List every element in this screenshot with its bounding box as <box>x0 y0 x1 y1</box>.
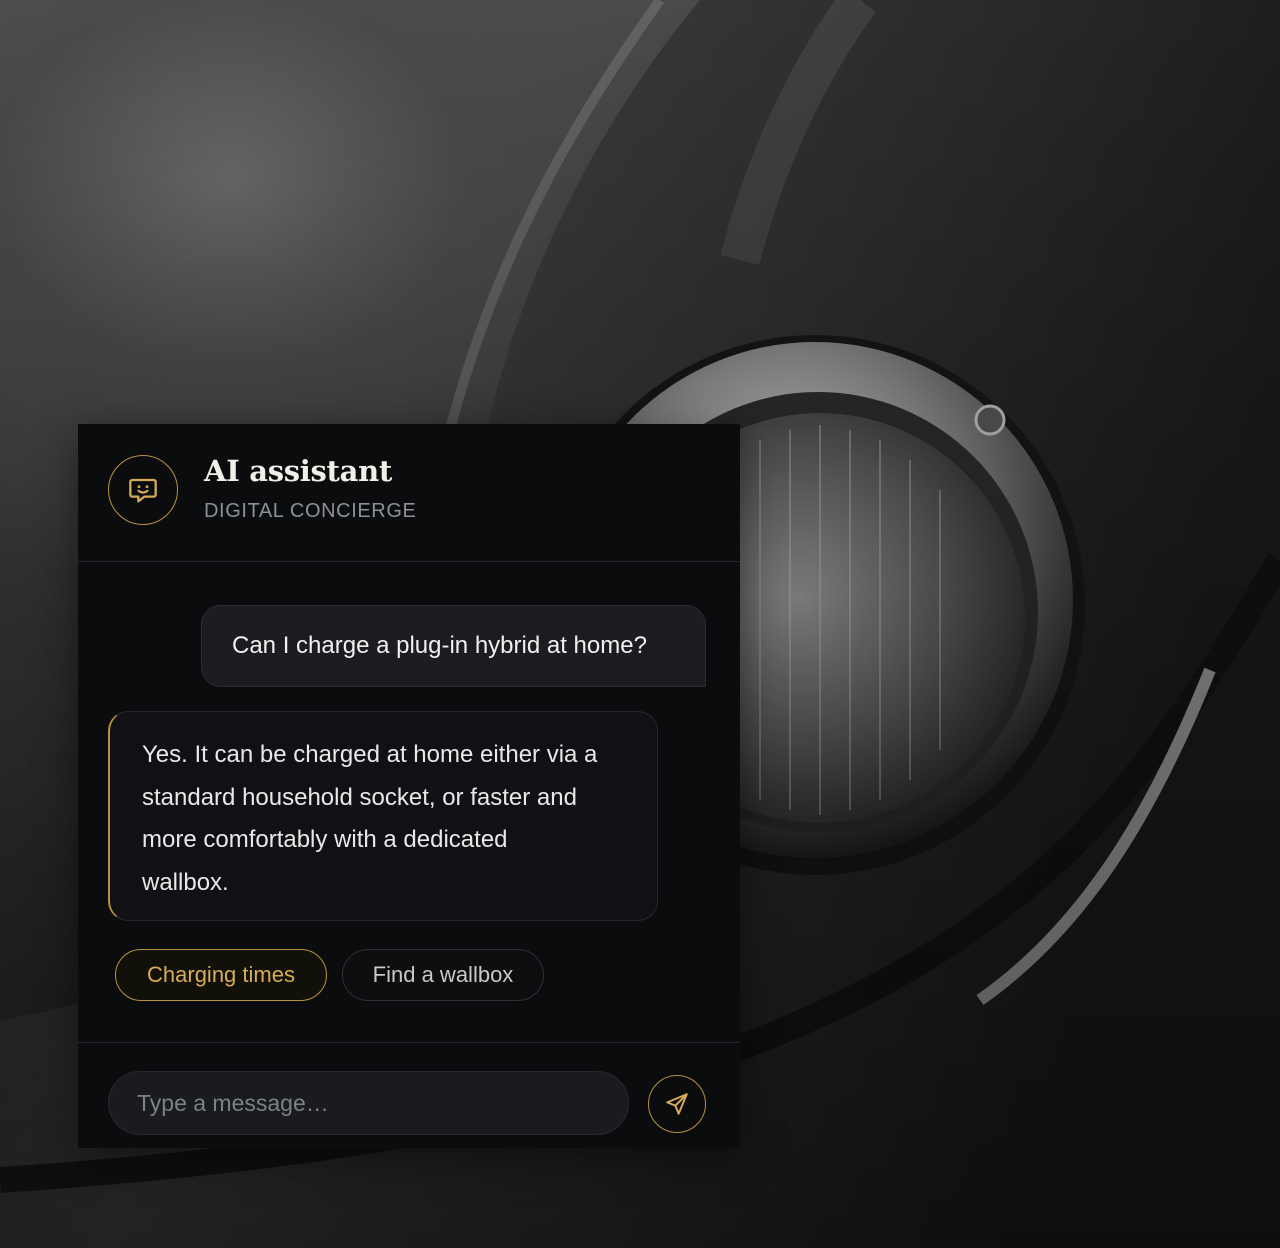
assistant-message-line: standard household socket, or faster and <box>142 783 577 811</box>
suggestion-chip-charging-times[interactable]: Charging times <box>115 949 327 1001</box>
send-icon <box>666 1093 688 1115</box>
suggestion-chip-find-wallbox[interactable]: Find a wallbox <box>342 949 544 1001</box>
user-message-text: Can I charge a plug-in hybrid at home? <box>232 632 647 659</box>
chat-header: AI assistant DIGITAL CONCIERGE <box>78 424 740 562</box>
assistant-avatar <box>108 455 178 525</box>
assistant-message: Yes. It can be charged at home either vi… <box>108 711 658 921</box>
composer <box>78 1042 740 1149</box>
chat-smile-icon <box>129 478 157 503</box>
chat-subtitle: DIGITAL CONCIERGE <box>204 500 417 522</box>
send-button[interactable] <box>648 1075 706 1133</box>
user-message: Can I charge a plug-in hybrid at home? <box>201 605 706 687</box>
assistant-message-line: more comfortably with a dedicated <box>142 826 508 853</box>
assistant-message-line: Yes. It can be charged at home either vi… <box>142 741 598 768</box>
chat-title: AI assistant <box>204 454 393 488</box>
chat-panel: AI assistant DIGITAL CONCIERGE Can I cha… <box>78 424 740 1148</box>
message-input[interactable] <box>108 1071 629 1135</box>
assistant-message-line: wallbox. <box>142 868 229 896</box>
